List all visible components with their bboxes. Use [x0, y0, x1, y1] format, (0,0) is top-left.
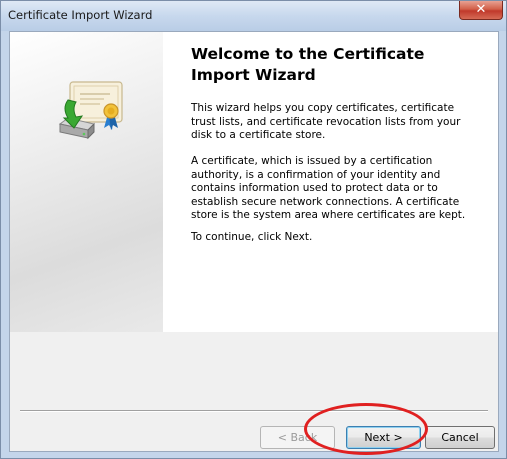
- title-bar[interactable]: Certificate Import Wizard ✕: [1, 1, 506, 31]
- back-button[interactable]: < Back: [260, 426, 335, 449]
- continue-instruction: To continue, click Next.: [191, 231, 313, 243]
- button-separator: [20, 410, 488, 412]
- wizard-client-area: Welcome to the Certificate Import Wizard…: [9, 31, 499, 452]
- window-title: Certificate Import Wizard: [8, 8, 153, 22]
- wizard-side-panel: [10, 32, 163, 332]
- next-button[interactable]: Next >: [346, 426, 421, 449]
- intro-paragraph: This wizard helps you copy certificates,…: [191, 102, 461, 141]
- close-icon: ✕: [475, 2, 487, 17]
- cancel-button[interactable]: Cancel: [425, 426, 495, 449]
- close-button[interactable]: ✕: [459, 1, 503, 20]
- page-title: Welcome to the Certificate Import Wizard: [191, 45, 425, 84]
- certificate-import-wizard-window: Certificate Import Wizard ✕ Welcome to t…: [0, 0, 507, 459]
- certificate-description-paragraph: A certificate, which is issued by a cert…: [191, 155, 466, 221]
- certificate-import-icon: [58, 81, 123, 140]
